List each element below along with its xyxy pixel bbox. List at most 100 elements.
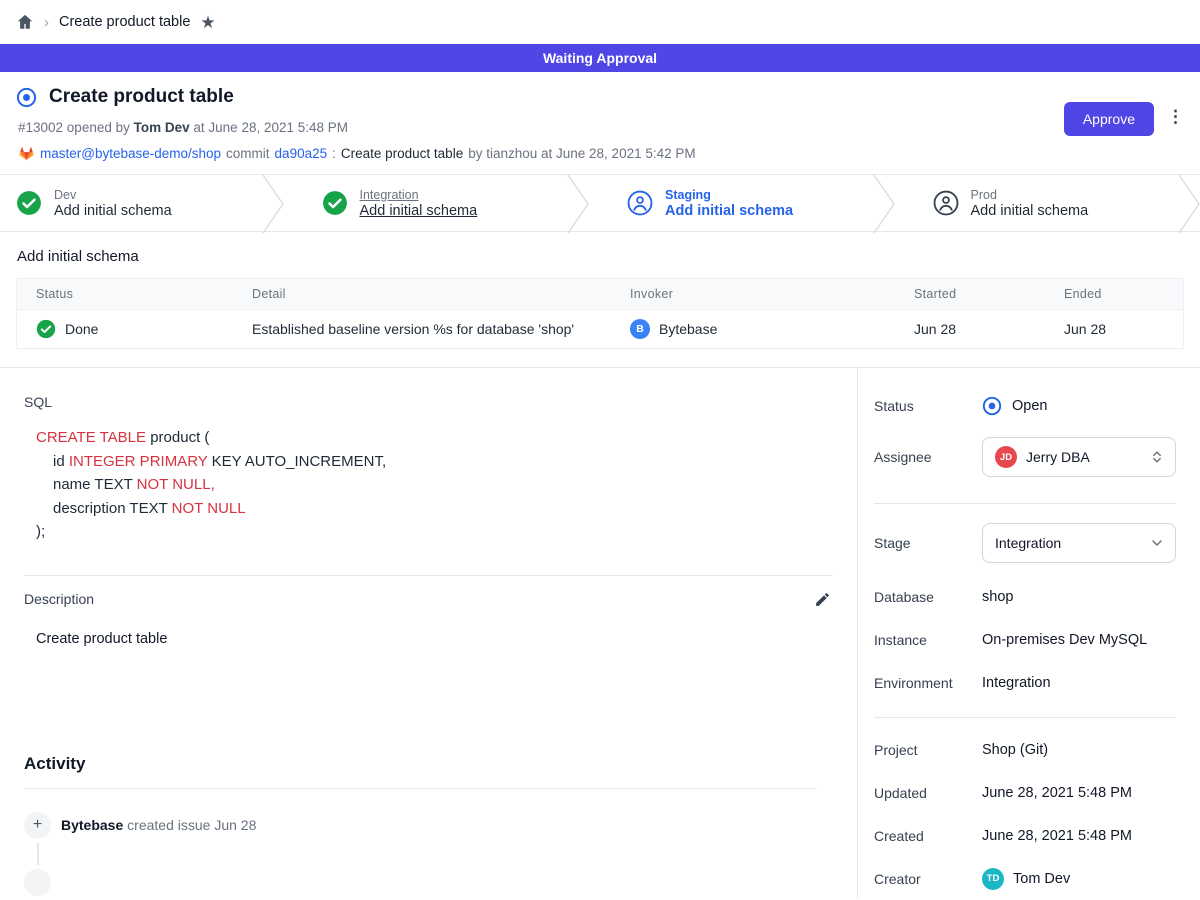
database-label: Database [874, 589, 982, 605]
task-section-title: Add initial schema [17, 248, 1184, 265]
creator-value: Tom Dev [1013, 871, 1070, 887]
sql-keyword: NOT NULL, [137, 476, 215, 493]
timeline-connector [37, 843, 39, 865]
project-value: Shop (Git) [982, 742, 1048, 758]
assignee-avatar: JD [995, 446, 1017, 468]
done-check-icon [36, 319, 56, 339]
environment-label: Environment [874, 675, 982, 691]
stage-task-label: Add initial schema [54, 203, 172, 219]
commit-message: Create product table [341, 146, 463, 161]
description-text: Create product table [36, 631, 833, 647]
colon: : [332, 146, 336, 161]
issue-sidebar: Status Open Assignee JD Jerry DBA Stage … [858, 368, 1200, 899]
task-section: Add initial schema Status Detail Invoker… [0, 232, 1200, 367]
stage-task-label: Add initial schema [360, 203, 478, 219]
task-started: Jun 28 [895, 321, 1045, 337]
stage-integration[interactable]: Integration Add initial schema [284, 175, 568, 231]
issue-author: Tom Dev [134, 120, 190, 135]
home-icon[interactable] [16, 13, 34, 31]
banner-label: Waiting Approval [543, 50, 657, 66]
stage-dev[interactable]: Dev Add initial schema [0, 175, 262, 231]
stage-env-label: Staging [665, 188, 793, 202]
task-row[interactable]: Done Established baseline version %s for… [17, 310, 1183, 348]
database-value: shop [982, 589, 1013, 605]
col-status: Status [17, 287, 233, 301]
creator-avatar: TD [982, 868, 1004, 890]
stage-label: Stage [874, 535, 982, 551]
timeline-next-node [24, 869, 51, 896]
issue-number: #13002 opened by [18, 120, 130, 135]
divider [24, 575, 833, 576]
page-title: Create product table [49, 86, 234, 108]
stage-select[interactable]: Integration [982, 523, 1176, 563]
vcs-commit-line: master@bytebase-demo/shop commit da90a25… [18, 145, 1184, 162]
col-started: Started [895, 287, 1045, 301]
plus-icon: + [24, 812, 51, 839]
chevron-down-icon [1149, 535, 1165, 551]
sql-statement: CREATE TABLE product ( id INTEGER PRIMAR… [36, 426, 833, 544]
project-label: Project [874, 742, 982, 758]
kebab-menu-icon[interactable]: ⋮ [1167, 108, 1184, 125]
assignee-value: Jerry DBA [1026, 449, 1140, 465]
sql-text: description TEXT [53, 500, 172, 517]
sql-keyword: INTEGER PRIMARY [69, 453, 208, 470]
assignee-select[interactable]: JD Jerry DBA [982, 437, 1176, 477]
activity-title: Activity [24, 754, 833, 774]
activity-action: created issue Jun 28 [127, 817, 256, 833]
status-value: Open [1012, 398, 1047, 414]
stage-staging[interactable]: Staging Add initial schema [589, 175, 873, 231]
sql-section-label: SQL [24, 394, 833, 410]
creator-label: Creator [874, 871, 982, 887]
issue-header: Create product table #13002 opened by To… [0, 72, 1200, 174]
favorite-star-icon[interactable]: ★ [200, 14, 215, 31]
instance-value: On-premises Dev MySQL [982, 632, 1147, 648]
assignee-label: Assignee [874, 449, 982, 465]
sql-keyword: NOT NULL [172, 500, 246, 517]
branch-link[interactable]: master@bytebase-demo/shop [40, 146, 221, 161]
activity-item: + Bytebase created issue Jun 28 [24, 812, 833, 839]
instance-label: Instance [874, 632, 982, 648]
stage-value: Integration [995, 535, 1140, 551]
commit-author-time: by tianzhou at June 28, 2021 5:42 PM [468, 146, 695, 161]
stage-env-label: Dev [54, 188, 172, 202]
description-label: Description [24, 591, 94, 607]
issue-detail-panel: SQL CREATE TABLE product ( id INTEGER PR… [0, 368, 858, 899]
gitlab-icon [18, 145, 35, 162]
stage-env-label: Integration [360, 188, 478, 202]
updated-value: June 28, 2021 5:48 PM [982, 785, 1132, 801]
created-value: June 28, 2021 5:48 PM [982, 828, 1132, 844]
breadcrumb: › Create product table ★ [0, 0, 1200, 44]
chevron-updown-icon [1149, 449, 1165, 465]
stage-task-label: Add initial schema [971, 203, 1089, 219]
task-table: Status Detail Invoker Started Ended Done… [16, 278, 1184, 349]
sql-keyword: CREATE TABLE [36, 429, 146, 446]
sql-text: product ( [146, 429, 209, 446]
sql-text: name TEXT [53, 476, 137, 493]
stage-pending-user-icon [933, 190, 959, 216]
stage-separator-icon [567, 175, 589, 231]
chevron-right-icon: › [44, 14, 49, 31]
sql-text: id [53, 453, 69, 470]
pipeline-stage-bar: Dev Add initial schema Integration Add i… [0, 174, 1200, 232]
commit-word: commit [226, 146, 270, 161]
col-detail: Detail [233, 287, 611, 301]
issue-open-icon [16, 87, 37, 108]
created-label: Created [874, 828, 982, 844]
commit-hash-link[interactable]: da90a25 [275, 146, 328, 161]
breadcrumb-current: Create product table [59, 14, 190, 30]
approve-button[interactable]: Approve [1064, 102, 1154, 136]
stage-prod[interactable]: Prod Add initial schema [895, 175, 1179, 231]
task-ended: Jun 28 [1045, 321, 1183, 337]
updated-label: Updated [874, 785, 982, 801]
stage-env-label: Prod [971, 188, 1089, 202]
activity-section: Activity + Bytebase created issue Jun 28 [24, 754, 833, 839]
status-label: Status [874, 398, 982, 414]
stage-done-icon [322, 190, 348, 216]
stage-separator-icon [873, 175, 895, 231]
stage-separator-icon [262, 175, 284, 231]
edit-pencil-icon[interactable] [814, 591, 831, 608]
issue-opened-time: at June 28, 2021 5:48 PM [193, 120, 348, 135]
sql-text: KEY AUTO_INCREMENT, [207, 453, 386, 470]
stage-separator-icon [1178, 175, 1200, 231]
divider [24, 788, 817, 789]
